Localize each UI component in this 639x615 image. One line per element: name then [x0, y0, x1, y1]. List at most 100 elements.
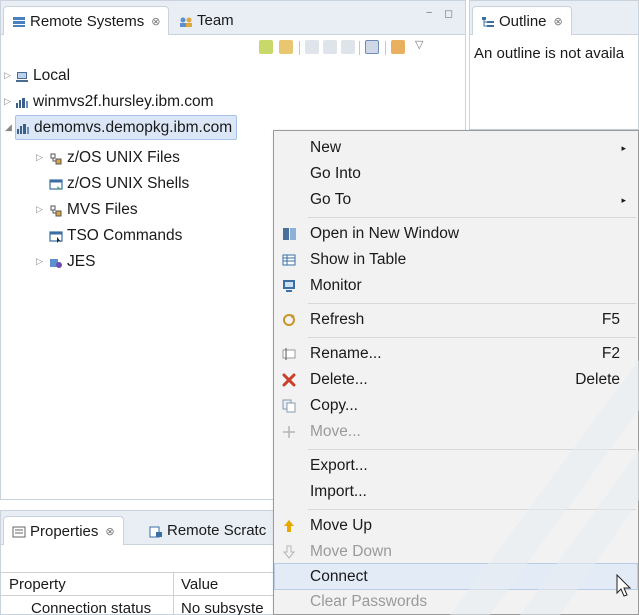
rename-icon — [282, 347, 297, 361]
menu-item-label: Move... — [310, 423, 361, 440]
menu-item-move[interactable]: Move... — [274, 419, 638, 445]
new-connection-icon[interactable] — [259, 40, 273, 54]
refresh-icon[interactable] — [279, 40, 293, 54]
mouse-cursor-icon — [616, 574, 632, 597]
menu-item-shortcut: F5 — [601, 311, 620, 328]
collapsed-twisty-icon[interactable]: ▷ — [4, 96, 11, 107]
menu-item-label: Go Into — [310, 165, 361, 182]
tree-item-zos-unix-shells[interactable]: z/OS UNIX Shells — [49, 171, 189, 196]
minimize-icon[interactable]: − — [426, 7, 432, 19]
tab-outline-label: Outline — [499, 12, 547, 30]
tab-team[interactable]: Team — [171, 6, 242, 35]
collapsed-twisty-icon[interactable]: ▷ — [36, 204, 43, 215]
menu-separator — [308, 509, 636, 510]
tab-remote-systems[interactable]: Remote Systems ⊗ — [3, 6, 170, 35]
tree-item-label: MVS Files — [67, 200, 138, 218]
outline-view: Outline ⊗ An outline is not availa — [469, 0, 639, 130]
property-name: Connection status — [31, 599, 152, 615]
scratchpad-icon — [149, 525, 163, 537]
menu-item-clear-passwords[interactable]: Clear Passwords — [274, 589, 638, 614]
close-icon[interactable]: ⊗ — [554, 15, 563, 28]
tree-item-demomvs[interactable]: ◢ demomvs.demopkg.ibm.com — [5, 115, 238, 140]
refresh-icon — [282, 313, 297, 327]
tab-properties[interactable]: Properties ⊗ — [3, 516, 124, 545]
tab-remote-scratchpad[interactable]: Remote Scratc — [141, 516, 274, 545]
tree-item-jes[interactable]: ▷ JES — [36, 249, 95, 274]
menu-item-rename[interactable]: Rename... F2 — [274, 341, 638, 367]
menu-item-label: Monitor — [310, 277, 362, 294]
open-window-icon — [282, 227, 297, 241]
menu-item-label: Copy... — [310, 397, 358, 414]
menu-item-new[interactable]: New ▸ — [274, 135, 638, 161]
menu-item-copy[interactable]: Copy... — [274, 393, 638, 419]
copy-icon — [282, 399, 297, 413]
expanded-twisty-icon[interactable]: ◢ — [5, 122, 12, 133]
properties-table-header: Property Value — [1, 572, 279, 596]
collapsed-twisty-icon[interactable]: ▷ — [4, 70, 11, 81]
collapsed-twisty-icon[interactable]: ▷ — [36, 256, 43, 267]
menu-item-label: Show in Table — [310, 251, 407, 268]
tree-item-mvs-files[interactable]: ▷ MVS Files — [36, 197, 138, 222]
menu-item-go-into[interactable]: Go Into — [274, 161, 638, 187]
menu-item-shortcut: Delete — [575, 371, 620, 388]
menu-item-label: Delete... — [310, 371, 368, 388]
menu-item-show-in-table[interactable]: Show in Table — [274, 247, 638, 273]
tree-item-label: z/OS UNIX Files — [67, 148, 180, 166]
table-row[interactable]: Connection status No subsyste — [1, 597, 279, 615]
menu-item-label: Rename... — [310, 345, 382, 362]
tab-remote-systems-label: Remote Systems — [30, 12, 145, 30]
context-menu: New ▸ Go Into Go To ▸ Open in New Window… — [273, 130, 639, 615]
tab-outline[interactable]: Outline ⊗ — [472, 6, 572, 35]
toolbar-separator — [385, 41, 386, 55]
outline-message: An outline is not availa — [474, 45, 625, 62]
maximize-icon[interactable]: ◻ — [444, 7, 453, 20]
menu-item-go-to[interactable]: Go To ▸ — [274, 187, 638, 213]
outline-tabbar: Outline ⊗ — [470, 1, 638, 35]
tree-item-tso-commands[interactable]: TSO Commands — [49, 223, 182, 248]
up-icon[interactable] — [341, 40, 355, 54]
menu-separator — [308, 217, 636, 218]
menu-item-label: Open in New Window — [310, 225, 460, 242]
menu-item-move-up[interactable]: Move Up — [274, 513, 638, 539]
column-header-value[interactable]: Value — [181, 576, 218, 593]
menu-item-connect[interactable]: Connect — [274, 563, 638, 590]
menu-item-import[interactable]: Import... — [274, 479, 638, 505]
close-icon[interactable]: ⊗ — [105, 525, 114, 538]
toolbar-separator — [299, 41, 300, 55]
menu-item-label: Import... — [310, 483, 367, 500]
link-with-editor-icon[interactable] — [391, 40, 405, 54]
menu-item-monitor[interactable]: Monitor — [274, 273, 638, 299]
remote-host-icon — [16, 122, 30, 134]
collapse-all-icon[interactable] — [365, 40, 379, 54]
commands-icon — [49, 230, 63, 243]
back-icon[interactable] — [305, 40, 319, 54]
menu-item-label: Export... — [310, 457, 368, 474]
menu-item-export[interactable]: Export... — [274, 453, 638, 479]
tree-item-winmvs2f[interactable]: ▷ winmvs2f.hursley.ibm.com — [4, 89, 214, 114]
tree-item-local[interactable]: ▷ Local — [4, 63, 70, 88]
team-icon — [179, 15, 193, 27]
menu-separator — [308, 337, 636, 338]
move-down-icon — [282, 545, 297, 559]
collapsed-twisty-icon[interactable]: ▷ — [36, 152, 43, 163]
menu-item-label: New — [310, 139, 342, 156]
submenu-arrow-icon: ▸ — [621, 142, 626, 153]
tree-item-label: demomvs.demopkg.ibm.com — [34, 118, 233, 136]
column-header-property[interactable]: Property — [9, 576, 66, 593]
remote-systems-tabbar: Remote Systems ⊗ Team − ◻ — [1, 1, 465, 35]
toolbar-separator — [359, 41, 360, 55]
move-icon — [282, 425, 297, 439]
view-menu-icon[interactable]: ▽ — [415, 38, 423, 51]
tab-properties-label: Properties — [30, 522, 99, 540]
tree-item-label: z/OS UNIX Shells — [67, 174, 190, 192]
tree-item-zos-unix-files[interactable]: ▷ z/OS UNIX Files — [36, 145, 180, 170]
menu-item-move-down[interactable]: Move Down — [274, 539, 638, 565]
properties-icon — [12, 525, 26, 538]
menu-item-open-in-new-window[interactable]: Open in New Window — [274, 221, 638, 247]
delete-icon — [282, 373, 297, 387]
menu-item-refresh[interactable]: Refresh F5 — [274, 307, 638, 333]
forward-icon[interactable] — [323, 40, 337, 54]
menu-separator — [308, 449, 636, 450]
menu-item-delete[interactable]: Delete... Delete — [274, 367, 638, 393]
close-icon[interactable]: ⊗ — [151, 15, 160, 28]
